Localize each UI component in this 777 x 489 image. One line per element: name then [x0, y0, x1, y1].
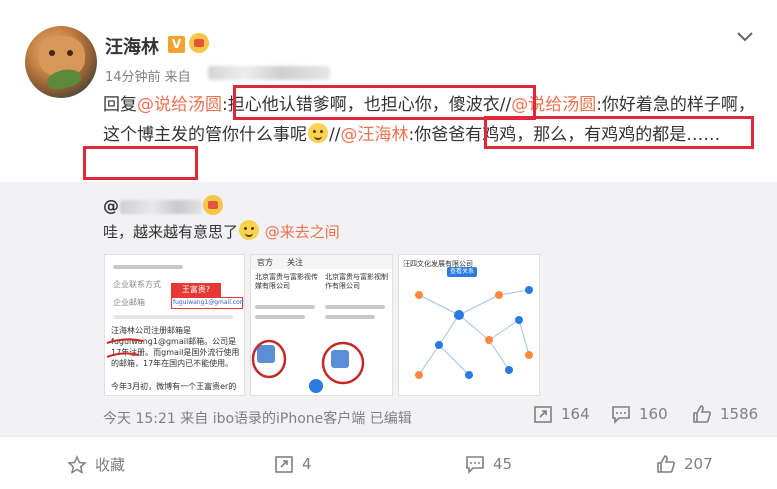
thumbs-up-icon: [693, 405, 711, 423]
member-crown-icon: [203, 195, 223, 215]
image-field-label: 企业邮箱: [113, 298, 145, 307]
separator: //: [329, 125, 341, 145]
like-button[interactable]: 207: [656, 454, 713, 474]
repost-author-at[interactable]: @: [103, 196, 119, 215]
image-text-line: [255, 305, 315, 309]
repost-image-3[interactable]: 汪四文化发展有限公司 查看关系: [398, 254, 540, 396]
star-icon: [67, 454, 87, 474]
image-email: fuguiwang1@gmail.com: [173, 299, 245, 306]
highlighted-quote: 你爸爸有鸡鸡，那么，有鸡鸡的都是……: [414, 125, 721, 145]
repost-button[interactable]: 4: [274, 454, 312, 474]
image-text-line: [255, 315, 305, 319]
like-count: 1586: [720, 405, 759, 423]
dog-face-emoji-icon: [308, 123, 328, 143]
image-red-scribble: [106, 338, 144, 358]
comment-count: 160: [639, 405, 668, 423]
repost-image-2[interactable]: 官方 关注 北京富贵与富影视传媒有限公司 北京富贵与富影视制作有限公司: [250, 254, 393, 396]
mention-link[interactable]: @说给汤圆: [137, 95, 222, 115]
repost-body: 哇，越来越有意思了: [103, 223, 239, 241]
comment-button[interactable]: 45: [465, 454, 512, 474]
like-action-count: 207: [684, 455, 713, 473]
dog-face-emoji-icon: [239, 220, 260, 240]
post-source-blurred: [208, 66, 330, 80]
repost-icon: [275, 456, 293, 473]
repost-stat-comments[interactable]: 160: [611, 404, 668, 424]
image-text-line: [325, 305, 385, 309]
mention-link[interactable]: @汪海林: [340, 125, 408, 145]
separator: //: [499, 95, 512, 115]
repost-meta: 今天 15:21 来自 ibo语录的iPhone客户端 已编辑: [103, 411, 412, 427]
image-callout: 王富贵?: [171, 283, 221, 297]
repost-image-1[interactable]: 企业联系方式 王富贵? 企业邮箱 fuguiwang1@gmail.com 汪海…: [104, 254, 245, 396]
image-relationship-graph: [415, 286, 533, 379]
repost-author-blurred[interactable]: [120, 200, 202, 214]
image-divider: [113, 315, 233, 319]
image-field-label: 企业联系方式: [113, 280, 161, 289]
comment-icon: [466, 456, 484, 474]
repost-text: 哇，越来越有意思了 @来去之间: [103, 220, 340, 244]
favorite-button[interactable]: 收藏: [67, 454, 125, 475]
thumbs-up-icon: [657, 455, 675, 473]
weibo-post-card: 汪海林 V 14分钟前 来自 回复@说给汤圆:担心他认错爹啊，也担心你，傻波衣/…: [0, 0, 777, 489]
favorite-label: 收藏: [95, 456, 126, 474]
repost-action-count: 4: [302, 455, 312, 473]
avatar-eye: [49, 50, 55, 56]
image-company: 北京富贵与富影视传媒有限公司: [255, 273, 318, 290]
image-tab: 官方: [257, 258, 273, 267]
repost-count: 164: [561, 405, 590, 423]
post-content: 回复@说给汤圆:担心他认错爹啊，也担心你，傻波衣//@说给汤圆:你好着急的样子啊…: [103, 90, 758, 150]
highlighted-quote: 担心他认错爹啊，也担心你，傻波衣: [227, 95, 500, 115]
image-red-circles: [251, 339, 365, 385]
image-tab: 关注: [287, 258, 303, 267]
verified-v-icon[interactable]: V: [168, 36, 185, 53]
highlight-box: [83, 146, 198, 180]
repost-stat-likes[interactable]: 1586: [692, 404, 758, 424]
comment-icon: [612, 406, 630, 424]
repost-icon: [534, 406, 552, 423]
mention-link[interactable]: @说给汤圆: [511, 95, 596, 115]
author-avatar[interactable]: [25, 26, 97, 98]
reply-prefix: 回复: [103, 95, 137, 115]
image-text-line: [325, 315, 375, 319]
author-name[interactable]: 汪海林: [105, 33, 159, 59]
image-company: 北京富贵与富影视制作有限公司: [325, 273, 388, 290]
avatar-eye: [67, 50, 73, 56]
image-note-2: 今年3月初，微博有一个王富贵er的: [111, 382, 237, 391]
post-time[interactable]: 14分钟前 来自: [105, 66, 191, 85]
mention-link[interactable]: @来去之间: [265, 223, 340, 241]
repost-stat-reposts[interactable]: 164: [533, 404, 590, 424]
chevron-down-icon[interactable]: [734, 28, 756, 44]
member-crown-icon[interactable]: [189, 33, 209, 53]
image-text-line: [113, 265, 183, 269]
comment-action-count: 45: [493, 455, 513, 473]
